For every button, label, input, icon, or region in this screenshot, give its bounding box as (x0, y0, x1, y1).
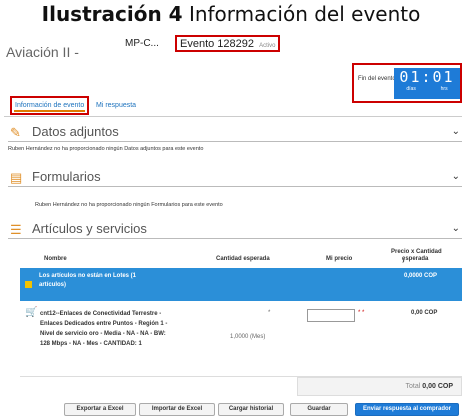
tab-event-info[interactable]: Información de evento (10, 96, 90, 115)
section-attachments-title: Datos adjuntos (32, 124, 119, 139)
col-total-line2-text: esperada (402, 256, 429, 262)
chevron-down-icon[interactable]: ⌄ (452, 171, 460, 182)
countdown: 01:01 días hrs (394, 68, 460, 99)
countdown-digits: 01:01 (399, 68, 455, 86)
price-input[interactable] (307, 309, 355, 322)
attachments-note: Ruben Hernández no ha proporcionado ning… (8, 146, 204, 152)
chevron-down-icon[interactable]: ⌄ (452, 126, 460, 137)
active-tab-indicator (14, 110, 86, 112)
cart-icon: 🛒 (25, 307, 38, 318)
caption-text: Información del evento (188, 2, 421, 26)
lot-row-text: Los artículos no están en Lotes (1 artíc… (39, 273, 137, 288)
section-items-title: Artículos y servicios (32, 221, 147, 236)
event-end-timer: Fin del evento 01:01 días hrs (352, 63, 462, 103)
col-name: Nombre (44, 256, 67, 262)
table-header: Nombre Cantidad esperada Mi precio Preci… (8, 249, 462, 267)
table-row: 🛒 cnt12--Enlaces de Conectividad Terrest… (20, 301, 462, 377)
load-history-button[interactable]: Cargar historial (218, 403, 284, 416)
col-total-line1: Precio x Cantidad (391, 249, 442, 255)
breadcrumb: Aviación II - (6, 44, 79, 60)
col-qty: Cantidad esperada (216, 256, 270, 262)
submit-response-button[interactable]: Enviar respuesta al comprador (355, 403, 459, 416)
col-price: Mi precio (326, 256, 353, 262)
item-description[interactable]: cnt12--Enlaces de Conectividad Terrestre… (40, 309, 175, 349)
unit-days: días (406, 86, 416, 92)
section-forms-title: Formularios (32, 169, 101, 184)
status-badge: Activo (259, 43, 276, 49)
import-excel-button[interactable]: Importar de Excel (139, 403, 215, 416)
list-icon: ☰ (10, 222, 22, 237)
total-label: Total (405, 383, 421, 390)
figure-caption: Ilustración 4 Información del evento (0, 2, 462, 26)
timer-label: Fin del evento (358, 76, 396, 82)
breadcrumb-truncated: MP-C... (125, 38, 159, 49)
export-excel-button[interactable]: Exportar a Excel (64, 403, 136, 416)
section-forms[interactable]: ▤ Formularios ⌄ (8, 169, 462, 187)
event-title: Evento 128292 Activo (175, 35, 281, 52)
event-title-text: Evento 128292 (180, 38, 255, 50)
grid-icon (25, 281, 32, 288)
document-icon: ▤ (10, 170, 23, 185)
chevron-down-icon[interactable]: ⌄ (452, 223, 460, 234)
total-value: 0,00 COP (422, 383, 453, 390)
tab-my-response[interactable]: Mi respuesta (96, 102, 136, 109)
price-required-mark: * * (358, 310, 365, 316)
total-text: Total 0,00 COP (406, 383, 454, 390)
save-button[interactable]: Guardar (290, 403, 348, 416)
tab-bar: Información de evento Mi respuesta (4, 96, 462, 117)
lot-row-amount: 0,0000 COP (404, 273, 438, 279)
paperclip-icon: ✎ (10, 125, 21, 140)
item-quantity: 1,0000 (Mes) (230, 334, 266, 340)
unit-hours: hrs (440, 86, 448, 92)
forms-note: Ruben Hernández no ha proporcionado ning… (35, 202, 223, 208)
tab-event-info-label: Información de evento (15, 102, 85, 109)
section-attachments[interactable]: ✎ Datos adjuntos ⌄ (8, 124, 462, 142)
section-items[interactable]: ☰ Artículos y servicios ⌄ (8, 221, 462, 239)
item-amount: 0,00 COP (411, 310, 438, 316)
qty-required-mark: * (268, 310, 271, 316)
chevron-right-icon[interactable]: › (402, 256, 405, 265)
table-row[interactable]: Los artículos no están en Lotes (1 artíc… (20, 268, 462, 301)
caption-bold: Ilustración 4 (41, 2, 183, 26)
total-summary: Total 0,00 COP (297, 377, 462, 396)
